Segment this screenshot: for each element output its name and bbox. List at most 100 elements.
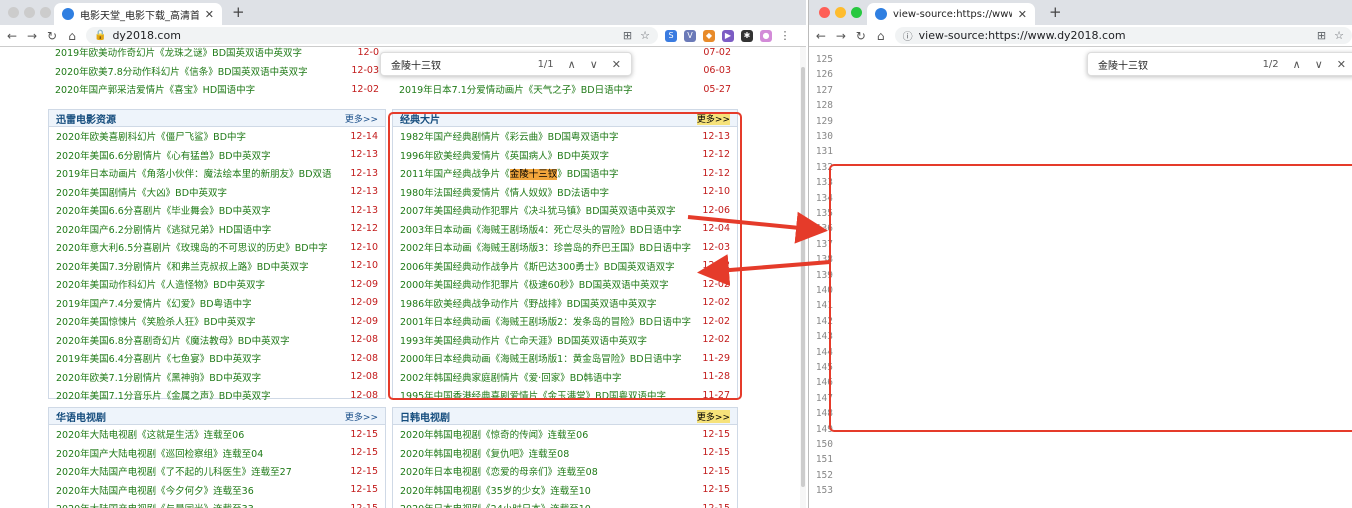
profile-avatar-icon[interactable]: ● xyxy=(760,29,772,42)
plus-icon[interactable]: + xyxy=(232,3,245,21)
item-title[interactable]: 2020年美国6.6分剧情片《心有猛兽》BD中英双字 xyxy=(56,148,271,162)
extension-v-icon[interactable]: V xyxy=(684,29,696,42)
find-prev-icon[interactable]: ∧ xyxy=(568,58,576,71)
window-zoom-dot[interactable] xyxy=(40,7,51,18)
find-bar[interactable]: 金陵十三钗 1/1 ∧ ∨ ✕ xyxy=(380,52,632,76)
list-item[interactable]: 2020年欧美喜剧科幻片《僵尸飞鲨》BD中字 12-14 xyxy=(49,127,385,146)
window-minimize-dot[interactable] xyxy=(24,7,35,18)
list-item[interactable]: 2020年美国惊悚片《笑脸杀人狂》BD中英双字 12-09 xyxy=(49,312,385,331)
item-title[interactable]: 2020年韩国电视剧《35岁的少女》连载至10 xyxy=(400,483,591,497)
list-item[interactable]: 2019年日本7.1分爱情动画片《天气之子》BD日语中字 05-27 xyxy=(392,80,738,99)
item-title[interactable]: 2020年美国6.6分喜剧片《毕业舞会》BD中英双字 xyxy=(56,203,271,217)
list-item[interactable]: 2020年大陆国产电视剧《今夕何夕》连载至36 12-15 xyxy=(49,481,385,500)
close-icon[interactable]: ✕ xyxy=(1018,8,1027,21)
list-item[interactable]: 2020年欧美7.8分动作科幻片《信条》BD国英双语中英双字 12-03 xyxy=(48,62,386,81)
list-item[interactable]: 2020年日本电视剧《恋爱的母亲们》连载至08 12-15 xyxy=(393,462,737,481)
reload-icon[interactable]: ↻ xyxy=(853,29,869,43)
list-item[interactable]: 2020年国产郭采洁爱情片《喜宝》HD国语中字 12-02 xyxy=(48,80,386,99)
list-item[interactable]: 2020年韩国电视剧《复仇吧》连载至08 12-15 xyxy=(393,444,737,463)
menu-kebab-icon[interactable]: ⋮ xyxy=(779,29,791,42)
forward-icon[interactable]: → xyxy=(24,29,40,43)
item-title[interactable]: 2020年日本电视剧《恋爱的母亲们》连载至08 xyxy=(400,464,598,478)
find-bar[interactable]: 金陵十三钗 1/2 ∧ ∨ ✕ xyxy=(1087,52,1352,76)
item-title[interactable]: 2020年欧美7.1分剧情片《黑神驹》BD中英双字 xyxy=(56,370,261,384)
item-title[interactable]: 2020年美国动作科幻片《人造怪物》BD中英双字 xyxy=(56,277,265,291)
item-title[interactable]: 2020年韩国电视剧《复仇吧》连载至08 xyxy=(400,446,569,460)
find-next-icon[interactable]: ∨ xyxy=(590,58,598,71)
item-title[interactable]: 2020年大陆电视剧《这就是生活》连载至06 xyxy=(56,427,244,441)
browser-tab[interactable]: 电影天堂_电影下载_高清首发 ✕ xyxy=(54,3,222,25)
list-item[interactable]: 2020年美国动作科幻片《人造怪物》BD中英双字 12-09 xyxy=(49,275,385,294)
close-icon[interactable]: ✕ xyxy=(205,8,214,21)
extension-arrow-icon[interactable]: ▶ xyxy=(722,29,734,42)
extensions-puzzle-icon[interactable]: ✱ xyxy=(741,29,753,42)
extension-shield-icon[interactable]: ◆ xyxy=(703,29,715,42)
item-title[interactable]: 2020年日本电视剧《24小时日本》连载至10 xyxy=(400,501,591,508)
more-link[interactable]: 更多>> xyxy=(345,112,378,125)
list-item[interactable]: 2020年欧美7.1分剧情片《黑神驹》BD中英双字 12-08 xyxy=(49,368,385,387)
list-item[interactable]: 2019年欧美动作奇幻片《龙珠之谜》BD国英双语中英双字 12-0 xyxy=(48,47,386,62)
find-input[interactable]: 金陵十三钗 xyxy=(391,57,441,72)
star-icon[interactable]: ☆ xyxy=(1334,29,1344,42)
item-title[interactable]: 2020年美国7.1分音乐片《金属之声》BD中英双字 xyxy=(56,388,271,402)
item-title[interactable]: 2019年美国6.4分喜剧片《七鱼宴》BD中英双字 xyxy=(56,351,261,365)
reload-icon[interactable]: ↻ xyxy=(44,29,60,43)
find-prev-icon[interactable]: ∧ xyxy=(1293,58,1301,71)
list-item[interactable]: 2020年美国剧情片《大凶》BD中英双字 12-13 xyxy=(49,183,385,202)
window-close-dot[interactable] xyxy=(8,7,19,18)
star-icon[interactable]: ☆ xyxy=(640,29,650,42)
item-title[interactable]: 2019年欧美动作奇幻片《龙珠之谜》BD国英双语中英双字 xyxy=(55,47,302,59)
item-title[interactable]: 2020年美国剧情片《大凶》BD中英双字 xyxy=(56,185,227,199)
list-item[interactable]: 2019年美国6.4分喜剧片《七鱼宴》BD中英双字 12-08 xyxy=(49,349,385,368)
item-title[interactable]: 2020年韩国电视剧《惊奇的传闻》连载至06 xyxy=(400,427,588,441)
item-title[interactable]: 2020年美国7.3分剧情片《和弗兰克叔叔上路》BD中英双字 xyxy=(56,259,309,273)
address-bar[interactable]: ⓘ view-source:https://www.dy2018.com ⊞ ☆ xyxy=(894,27,1352,44)
address-bar[interactable]: 🔒 dy2018.com ⊞ ☆ xyxy=(86,27,658,44)
list-item[interactable]: 2020年国产6.2分剧情片《逃狱兄弟》HD国语中字 12-12 xyxy=(49,220,385,239)
back-icon[interactable]: ← xyxy=(4,29,20,43)
list-item[interactable]: 2020年大陆国产电视剧《与晨同光》连载至33 12-15 xyxy=(49,499,385,508)
item-title[interactable]: 2020年大陆国产电视剧《今夕何夕》连载至36 xyxy=(56,483,254,497)
item-title[interactable]: 2020年国产郭采洁爱情片《喜宝》HD国语中字 xyxy=(55,82,255,96)
item-title[interactable]: 2020年国产大陆电视剧《巡回检察组》连载至04 xyxy=(56,446,263,460)
find-input[interactable]: 金陵十三钗 xyxy=(1098,57,1148,72)
back-icon[interactable]: ← xyxy=(813,29,829,43)
scrollbar[interactable] xyxy=(800,47,806,508)
list-item[interactable]: 2020年国产大陆电视剧《巡回检察组》连载至04 12-15 xyxy=(49,444,385,463)
list-item[interactable]: 2020年美国6.6分剧情片《心有猛兽》BD中英双字 12-13 xyxy=(49,146,385,165)
item-title[interactable]: 2020年意大利6.5分喜剧片《玫瑰岛的不可思议的历史》BD中字 xyxy=(56,240,328,254)
home-icon[interactable]: ⌂ xyxy=(873,29,889,43)
item-title[interactable]: 2020年大陆国产电视剧《了不起的儿科医生》连载至27 xyxy=(56,464,292,478)
item-title[interactable]: 2019年日本7.1分爱情动画片《天气之子》BD日语中字 xyxy=(399,82,633,96)
forward-icon[interactable]: → xyxy=(833,29,849,43)
more-link[interactable]: 更多>> xyxy=(345,410,378,423)
list-item[interactable]: 2020年大陆电视剧《这就是生活》连载至06 12-15 xyxy=(49,425,385,444)
home-icon[interactable]: ⌂ xyxy=(64,29,80,43)
item-title[interactable]: 2020年大陆国产电视剧《与晨同光》连载至33 xyxy=(56,501,254,508)
list-item[interactable]: 2020年韩国电视剧《35岁的少女》连载至10 12-15 xyxy=(393,481,737,500)
list-item[interactable]: 2020年日本电视剧《24小时日本》连载至10 12-15 xyxy=(393,499,737,508)
list-item[interactable]: 2020年美国6.6分喜剧片《毕业舞会》BD中英双字 12-13 xyxy=(49,201,385,220)
list-item[interactable]: 2019年国产7.4分爱情片《幻爱》BD粤语中字 12-09 xyxy=(49,294,385,313)
more-link[interactable]: 更多>> xyxy=(696,409,730,423)
translate-icon[interactable]: ⊞ xyxy=(1317,29,1326,42)
browser-tab[interactable]: view-source:https://www.dy20 ✕ xyxy=(867,3,1035,25)
translate-icon[interactable]: ⊞ xyxy=(623,29,632,42)
item-title[interactable]: 2019年日本动画片《角落小伙伴：魔法绘本里的新朋友》BD双语 xyxy=(56,166,332,180)
list-item[interactable]: 2020年美国6.8分喜剧奇幻片《魔法教母》BD中英双字 12-08 xyxy=(49,331,385,350)
window-close-dot[interactable] xyxy=(819,7,830,18)
find-close-icon[interactable]: ✕ xyxy=(612,58,621,71)
list-item[interactable]: 2020年意大利6.5分喜剧片《玫瑰岛的不可思议的历史》BD中字 12-10 xyxy=(49,238,385,257)
item-title[interactable]: 2020年美国惊悚片《笑脸杀人狂》BD中英双字 xyxy=(56,314,256,328)
item-title[interactable]: 2020年欧美喜剧科幻片《僵尸飞鲨》BD中字 xyxy=(56,129,246,143)
list-item[interactable]: 2020年美国7.3分剧情片《和弗兰克叔叔上路》BD中英双字 12-10 xyxy=(49,257,385,276)
extension-s-icon[interactable]: S xyxy=(665,29,677,42)
list-item[interactable]: 2019年日本动画片《角落小伙伴：魔法绘本里的新朋友》BD双语 12-13 xyxy=(49,164,385,183)
list-item[interactable]: 2020年韩国电视剧《惊奇的传闻》连载至06 12-15 xyxy=(393,425,737,444)
item-title[interactable]: 2020年欧美7.8分动作科幻片《信条》BD国英双语中英双字 xyxy=(55,64,308,78)
item-title[interactable]: 2020年国产6.2分剧情片《逃狱兄弟》HD国语中字 xyxy=(56,222,271,236)
item-title[interactable]: 2020年美国6.8分喜剧奇幻片《魔法教母》BD中英双字 xyxy=(56,333,290,347)
window-zoom-dot[interactable] xyxy=(851,7,862,18)
find-close-icon[interactable]: ✕ xyxy=(1337,58,1346,71)
item-title[interactable]: 2019年国产7.4分爱情片《幻爱》BD粤语中字 xyxy=(56,296,252,310)
